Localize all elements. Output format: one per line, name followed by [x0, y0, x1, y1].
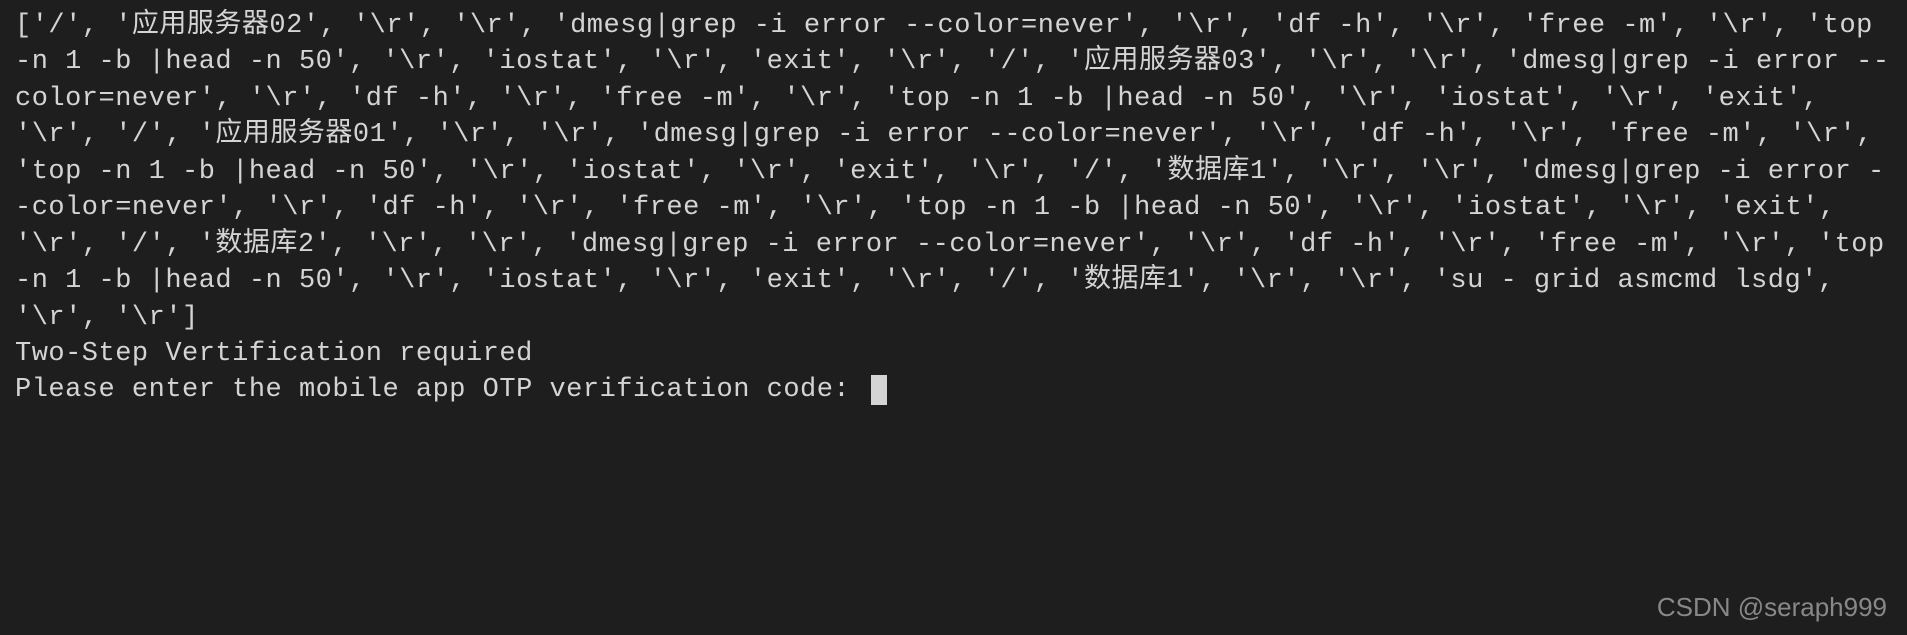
otp-prompt: Please enter the mobile app OTP verifica… — [15, 375, 867, 405]
verification-message: Two-Step Vertification required — [15, 339, 533, 369]
terminal-cursor[interactable] — [871, 375, 887, 405]
watermark-text: CSDN @seraph999 — [1657, 590, 1887, 625]
terminal-output: ['/', '应用服务器02', '\r', '\r', 'dmesg|grep… — [15, 8, 1892, 409]
command-list-output: ['/', '应用服务器02', '\r', '\r', 'dmesg|grep… — [15, 11, 1901, 333]
